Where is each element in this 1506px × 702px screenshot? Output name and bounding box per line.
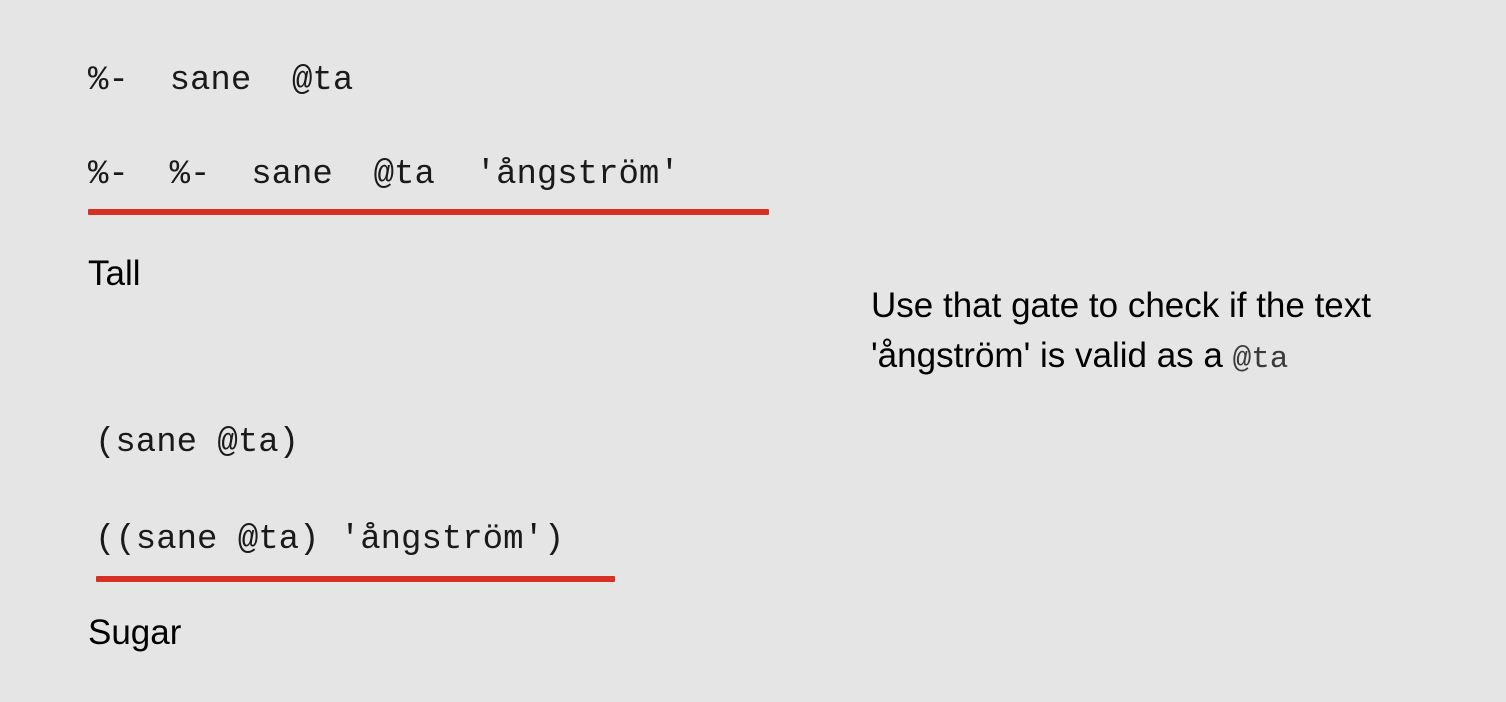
sugar-label: Sugar bbox=[88, 613, 182, 652]
note-line-2: 'ångström' is valid as a @ta bbox=[871, 331, 1371, 385]
note-inline-code: @ta bbox=[1232, 342, 1289, 377]
tall-label: Tall bbox=[88, 254, 141, 293]
sugar-code-line-1: (sane @ta) bbox=[95, 424, 300, 462]
note-line-1: Use that gate to check if the text bbox=[871, 286, 1371, 325]
tall-code-line-2: %- %- sane @ta 'ångström' bbox=[88, 156, 680, 194]
sugar-underline bbox=[96, 576, 615, 582]
sugar-code-line-2: ((sane @ta) 'ångström') bbox=[95, 521, 565, 559]
tall-underline bbox=[88, 209, 769, 215]
tall-code-line-1: %- sane @ta bbox=[88, 62, 354, 100]
note-line-2-text: 'ångström' is valid as a bbox=[871, 336, 1223, 375]
explanation-note: Use that gate to check if the text 'ångs… bbox=[871, 281, 1371, 385]
